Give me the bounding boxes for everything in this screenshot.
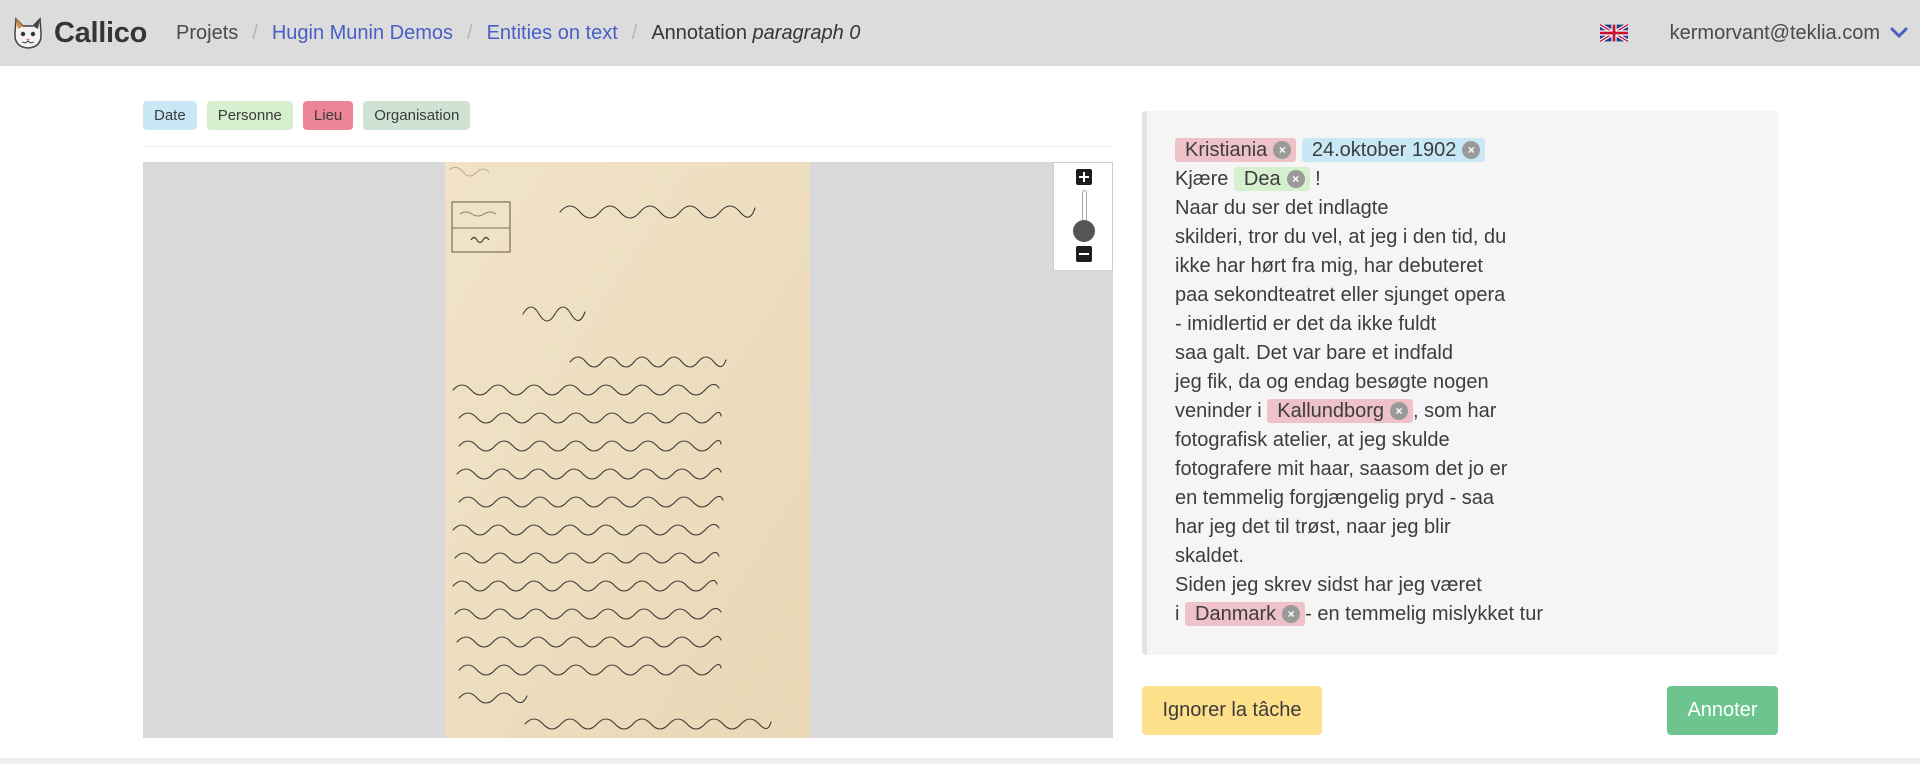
text-line: - imidlertid er det da ikke fuldt: [1175, 313, 1437, 335]
user-menu[interactable]: kermorvant@teklia.com: [1670, 22, 1908, 45]
text-segment: veninder i: [1175, 400, 1268, 422]
entity-text: Kristiania: [1185, 139, 1268, 161]
breadcrumb-separator: /: [252, 21, 258, 44]
zoom-control: [1053, 162, 1113, 271]
breadcrumb-project[interactable]: Hugin Munin Demos: [272, 22, 453, 45]
close-circle-icon[interactable]: ×: [1273, 141, 1292, 159]
breadcrumb-projects[interactable]: Projets: [176, 22, 238, 45]
entity-lieu[interactable]: Kristiania ×: [1175, 138, 1297, 162]
text-line: jeg fik, da og endag besøgte nogen: [1175, 371, 1489, 393]
breadcrumb: Projets / Hugin Munin Demos / Entities o…: [176, 22, 860, 45]
entity-type-date[interactable]: Date: [143, 101, 197, 130]
breadcrumb-separator: /: [467, 21, 473, 44]
brand-home-link[interactable]: Callico: [10, 15, 147, 51]
entity-text: Kallundborg: [1277, 400, 1385, 422]
text-line: skaldet.: [1175, 545, 1244, 567]
letter-scan-image: [445, 162, 810, 738]
text-line: paa sekondteatret eller sjunget opera: [1175, 284, 1506, 306]
entity-text: Danmark: [1195, 603, 1277, 625]
text-line: i Danmark × - en temmelig mislykket tur: [1175, 600, 1543, 629]
text-line: skilderi, tror du vel, at jeg i den tid,…: [1175, 226, 1507, 248]
annotate-button[interactable]: Annoter: [1667, 686, 1778, 735]
entity-text: 24.oktober 1902: [1311, 139, 1457, 161]
image-viewer[interactable]: [143, 162, 1113, 738]
breadcrumb-current-prefix: Annotation: [651, 21, 753, 44]
cat-logo-icon: [14, 17, 42, 49]
zoom-out-button[interactable]: [1076, 246, 1092, 262]
text-segment: Kjære: [1175, 168, 1234, 190]
entity-lieu[interactable]: Danmark ×: [1185, 602, 1306, 626]
navbar: Callico Projets / Hugin Munin Demos / En…: [0, 0, 1920, 66]
text-line: fotografisk atelier, at jeg skulde: [1175, 429, 1450, 451]
text-segment: i: [1175, 603, 1185, 625]
text-line: en temmelig forgjængelig pryd - saa: [1175, 487, 1495, 509]
text-line: veninder i Kallundborg ×, som har: [1175, 397, 1543, 426]
close-circle-icon[interactable]: ×: [1390, 402, 1409, 420]
text-line: ikke har hørt fra mig, har debuteret: [1175, 255, 1483, 277]
breadcrumb-process[interactable]: Entities on text: [487, 22, 618, 45]
zoom-in-button[interactable]: [1076, 169, 1092, 185]
text-segment: , som har: [1413, 400, 1497, 422]
text-line: Kristiania × 24.oktober 1902 ×: [1175, 136, 1543, 165]
entity-text: Dea: [1243, 168, 1281, 190]
breadcrumb-current: Annotation paragraph 0: [651, 22, 860, 45]
entity-type-personne[interactable]: Personne: [206, 101, 293, 130]
zoom-slider-handle[interactable]: [1073, 220, 1095, 242]
breadcrumb-current-element: paragraph 0: [752, 21, 861, 44]
close-circle-icon[interactable]: ×: [1462, 141, 1481, 159]
entity-type-lieu[interactable]: Lieu: [302, 101, 354, 130]
brand-name: Callico: [54, 16, 147, 49]
navbar-right: kermorvant@teklia.com: [1599, 0, 1920, 66]
uk-flag-icon[interactable]: [1599, 24, 1628, 42]
close-circle-icon[interactable]: ×: [1286, 170, 1305, 188]
text-line: Kjære Dea × !: [1175, 165, 1543, 194]
divider: [143, 146, 1113, 147]
footer-divider: [0, 758, 1920, 764]
text-segment: !: [1309, 168, 1321, 190]
entity-type-list: Date Personne Lieu Organisation: [143, 101, 471, 130]
text-segment: - en temmelig mislykket tur: [1305, 603, 1543, 625]
text-line: Naar du ser det indlagte: [1175, 197, 1389, 219]
text-line: fotografere mit haar, saasom det jo er: [1175, 458, 1508, 480]
text-line: Siden jeg skrev sidst har jeg været: [1175, 574, 1482, 596]
entity-personne[interactable]: Dea ×: [1233, 167, 1310, 191]
entity-date[interactable]: 24.oktober 1902 ×: [1301, 138, 1486, 162]
user-email: kermorvant@teklia.com: [1669, 21, 1880, 44]
handwriting-scan: [445, 162, 810, 738]
transcription-panel: Kristiania × 24.oktober 1902 × Kjære Dea × …: [1142, 111, 1778, 655]
text-line: saa galt. Det var bare et indfald: [1175, 342, 1453, 364]
text-line: har jeg det til trøst, naar jeg blir: [1175, 516, 1451, 538]
entity-lieu[interactable]: Kallundborg ×: [1267, 399, 1414, 423]
breadcrumb-separator: /: [631, 21, 638, 44]
close-circle-icon[interactable]: ×: [1282, 605, 1301, 623]
chevron-down-icon: [1890, 27, 1908, 39]
transcription-text[interactable]: Kristiania × 24.oktober 1902 × Kjære Dea × …: [1175, 136, 1543, 629]
ignore-task-button[interactable]: Ignorer la tâche: [1142, 686, 1322, 735]
entity-type-organisation[interactable]: Organisation: [363, 101, 471, 130]
